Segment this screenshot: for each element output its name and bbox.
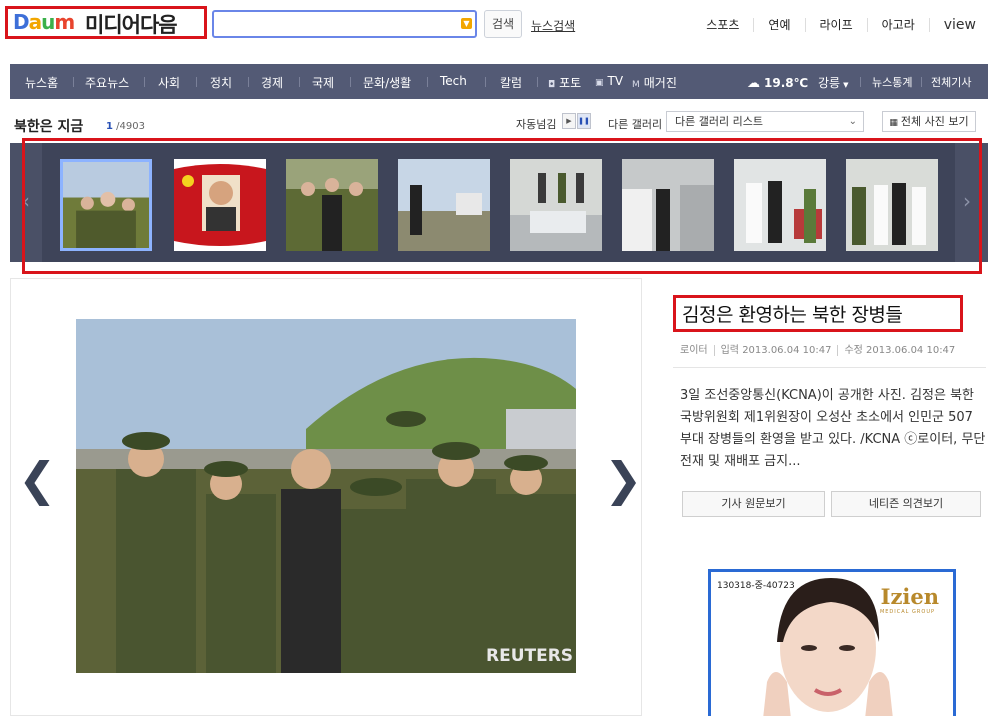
gallery-total: /4903 [116,121,145,132]
nav-tv-label: TV [607,74,624,88]
netizen-comments-button[interactable]: 네티즌 의견보기 [831,491,981,517]
article-title: 김정은 환영하는 북한 장병들 [682,304,903,326]
nav-news-home[interactable]: 뉴스홈 [25,74,58,91]
top-link-view[interactable]: view [928,18,976,32]
previous-photo-icon[interactable]: ❮ [18,452,57,506]
gallery-counter: 1 /4903 [106,121,145,132]
weather-temp: 19.8℃ [764,76,809,90]
pause-icon[interactable]: ❚❚ [577,113,591,129]
nav-economy[interactable]: 경제 [261,74,283,91]
top-link-agora[interactable]: 아고라 [866,18,929,32]
nav-world[interactable]: 국제 [312,74,334,91]
weather-widget[interactable]: ☁ 19.8℃ 강릉 ▼ [747,74,848,91]
nav-tech[interactable]: Tech [440,74,467,88]
top-link-entertainment[interactable]: 연예 [753,18,804,32]
article-caption: 3일 조선중앙통신(KCNA)이 공개한 사진. 김정은 북한 국방위원회 제1… [680,388,986,469]
nav-divider [248,77,249,87]
nav-culture[interactable]: 문화/생활 [363,74,411,91]
original-article-button[interactable]: 기사 원문보기 [682,491,825,517]
nav-tv[interactable]: ▣ TV [595,74,623,88]
nav-news-stats[interactable]: 뉴스통계 [872,74,912,90]
nav-divider [860,77,861,87]
nav-divider [73,77,74,87]
article-source: 로이터 [680,345,708,356]
advertisement[interactable]: 130318-중-40723 Izien GLOBAL MEDICAL GROU… [708,569,956,716]
top-link-life[interactable]: 라이프 [804,18,867,32]
nav-divider [144,77,145,87]
top-link-sports[interactable]: 스포츠 [692,18,753,32]
search-button[interactable]: 검색 [484,10,522,38]
next-photo-icon[interactable]: ❯ [604,452,643,506]
nav-divider [299,77,300,87]
nav-column[interactable]: 칼럼 [500,74,522,91]
logo-letter-u: u [41,10,55,34]
logo-letter-a: a [28,10,42,34]
search-box[interactable]: ▼ [212,10,477,38]
cloud-icon: ☁ [747,76,760,91]
nav-divider [350,77,351,87]
tv-icon: ▣ [595,78,604,88]
nav-photo[interactable]: ◘ 포토 [548,74,581,91]
top-links: 스포츠 연예 라이프 아고라 view [692,18,976,32]
nav-all-articles[interactable]: 전체기사 [931,74,971,90]
play-icon[interactable]: ▶ [562,113,576,129]
all-photos-label: 전체 사진 보기 [900,115,969,128]
nav-society[interactable]: 사회 [158,74,180,91]
main-nav: 뉴스홈 주요뉴스 사회 정치 경제 국제 문화/생활 Tech 칼럼 ◘ 포토 ▣… [10,64,988,99]
nav-main-news[interactable]: 주요뉴스 [85,74,129,91]
gallery-select-value: 다른 갤러리 리스트 [675,115,763,128]
main-photo-image: REUTERS [76,319,576,673]
other-gallery-label: 다른 갤러리 [608,118,663,131]
nav-divider [196,77,197,87]
chevron-down-icon: ⌄ [848,116,857,127]
autoplay-label: 자동넘김 [516,118,557,131]
gallery-current: 1 [106,121,113,132]
nav-divider [921,77,922,87]
gallery-title: 북한은 지금 [14,119,84,135]
reuters-watermark: REUTERS [486,646,573,666]
logo-letter-d: D [13,10,30,34]
all-photos-button[interactable]: ▦ 전체 사진 보기 [882,111,976,132]
camera-icon: ◘ [548,80,556,90]
logo-letter-m: m [54,10,75,34]
search-dropdown-icon[interactable]: ▼ [461,18,472,29]
daum-logo[interactable]: Daum [13,10,75,34]
article-edit-time: 수정 2013.06.04 10:47 [837,345,956,356]
article-input-time: 입력 2013.06.04 10:47 [713,345,832,356]
ad-image [763,578,893,716]
nav-divider [537,77,538,87]
gallery-select[interactable]: 다른 갤러리 리스트 ⌄ [666,111,864,132]
divider [673,367,986,368]
grid-icon: ▦ [889,118,898,128]
chevron-down-icon: ▼ [843,81,849,89]
main-photo[interactable]: REUTERS [76,319,576,673]
news-search-link[interactable]: 뉴스검색 [531,17,575,34]
media-daum-title[interactable]: 미디어다음 [85,9,178,39]
magazine-icon: M [632,80,640,90]
nav-politics[interactable]: 정치 [210,74,232,91]
search-input[interactable] [218,13,448,35]
nav-divider [427,77,428,87]
nav-magazine[interactable]: M 매거진 [632,74,677,91]
strip-highlight [22,138,982,274]
nav-divider [485,77,486,87]
weather-region: 강릉 [817,76,841,90]
nav-photo-label: 포토 [559,76,582,90]
nav-magazine-label: 매거진 [643,76,677,90]
article-meta: 로이터 입력 2013.06.04 10:47 수정 2013.06.04 10:4… [680,341,956,356]
